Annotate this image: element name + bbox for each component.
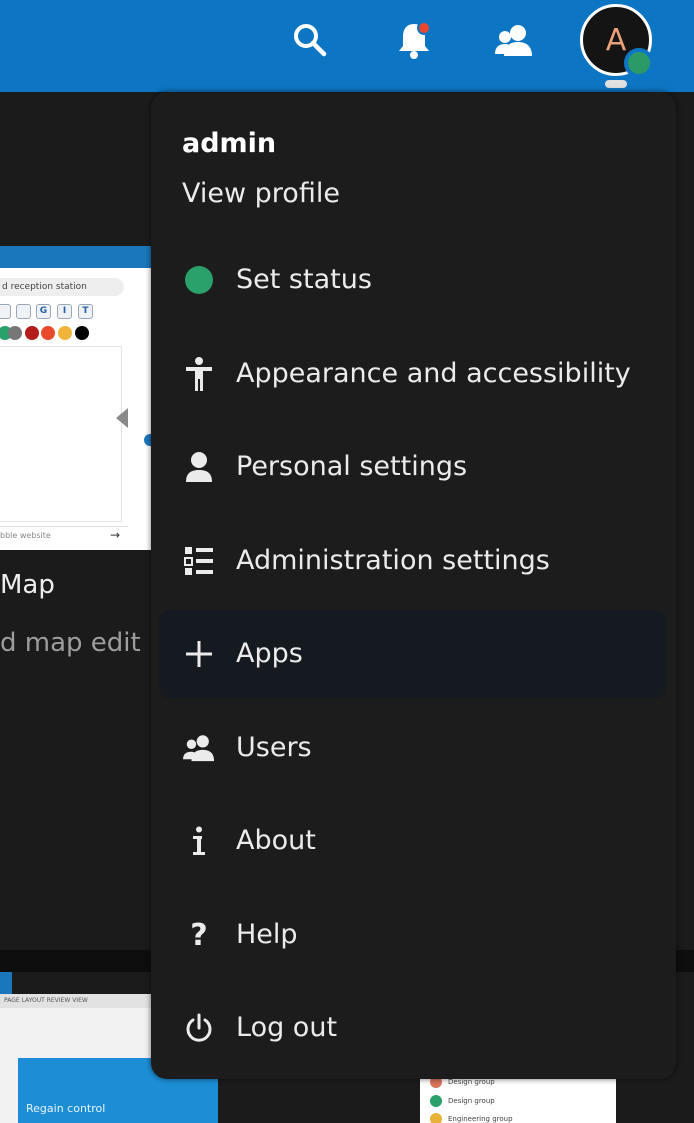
- notification-badge: [417, 21, 431, 35]
- help-icon: ?: [190, 917, 208, 953]
- list-item: Design group: [430, 1093, 600, 1109]
- menu-item-label: Appearance and accessibility: [236, 358, 631, 389]
- menu-item-label: Administration settings: [236, 545, 550, 576]
- list-item-label: Design group: [448, 1078, 495, 1086]
- arrow-right-icon: →: [110, 528, 121, 542]
- menu-item-users[interactable]: Users: [159, 704, 666, 792]
- menu-item-label: Users: [236, 732, 312, 763]
- list-item: Engineering group: [430, 1111, 600, 1123]
- carousel-previous-icon[interactable]: [116, 408, 128, 428]
- color-swatch: [8, 326, 22, 340]
- notifications-icon[interactable]: [394, 18, 434, 62]
- menu-item-log-out[interactable]: Log out: [159, 984, 666, 1072]
- menu-item-personal-settings[interactable]: Personal settings: [159, 423, 666, 511]
- menu-item-label: Personal settings: [236, 451, 468, 482]
- thumbnail-toolbar: [0, 246, 152, 268]
- app-preview-thumbnail[interactable]: d reception station G I T bble website →: [0, 246, 152, 550]
- list-settings-icon: [183, 543, 215, 579]
- user-icon: [183, 449, 215, 485]
- menu-item-label: Log out: [236, 1012, 338, 1043]
- group-avatar-icon: [430, 1113, 442, 1123]
- info-icon: [183, 823, 215, 859]
- format-button: T: [78, 304, 93, 319]
- users-icon: [183, 730, 215, 766]
- online-status-indicator: [624, 48, 654, 78]
- list-item-label: Design group: [448, 1097, 495, 1105]
- menu-item-administration-settings[interactable]: Administration settings: [159, 517, 666, 605]
- format-button: [0, 304, 11, 319]
- app-card-description: d map edit: [0, 628, 141, 658]
- menu-item-label: About: [236, 825, 316, 856]
- menu-item-apps[interactable]: Apps: [159, 610, 666, 698]
- format-button: I: [57, 304, 72, 319]
- status-dot-icon: [183, 262, 215, 298]
- menu-item-appearance[interactable]: Appearance and accessibility: [159, 330, 666, 418]
- app-card-title: Map: [0, 570, 55, 600]
- menu-username: admin: [182, 128, 277, 159]
- menu-caret: [605, 80, 627, 88]
- color-swatch: [25, 326, 39, 340]
- view-profile-link[interactable]: View profile: [182, 178, 340, 209]
- thumbnail-footer: bble website: [0, 526, 128, 544]
- list-item-label: Engineering group: [448, 1115, 513, 1123]
- menu-item-help[interactable]: ? Help: [159, 891, 666, 979]
- thumbnail-tab: [0, 972, 12, 994]
- menu-item-about[interactable]: About: [159, 797, 666, 885]
- accessibility-icon: [183, 356, 215, 392]
- menu-item-set-status[interactable]: Set status: [159, 236, 666, 324]
- thumbnail-search-field: d reception station: [0, 278, 124, 296]
- thumbnail-canvas: [0, 346, 122, 522]
- search-icon[interactable]: [290, 18, 330, 62]
- menu-item-label: Apps: [236, 638, 303, 669]
- color-swatch: [75, 326, 89, 340]
- format-button: [16, 304, 31, 319]
- thumbnail-hero-text: Regain control: [26, 1102, 106, 1115]
- avatar-initial: A: [605, 22, 627, 58]
- menu-item-label: Help: [236, 919, 298, 950]
- power-icon: [183, 1010, 215, 1046]
- color-swatch: [58, 326, 72, 340]
- user-avatar-button[interactable]: A: [580, 4, 656, 80]
- menu-item-label: Set status: [236, 264, 372, 295]
- group-avatar-icon: [430, 1095, 442, 1107]
- thumbnail-ribbon: PAGE LAYOUT REVIEW VIEW: [0, 994, 160, 1008]
- color-swatch: [41, 326, 55, 340]
- format-button: G: [36, 304, 51, 319]
- contacts-icon[interactable]: [494, 18, 534, 62]
- plus-icon: [183, 636, 215, 672]
